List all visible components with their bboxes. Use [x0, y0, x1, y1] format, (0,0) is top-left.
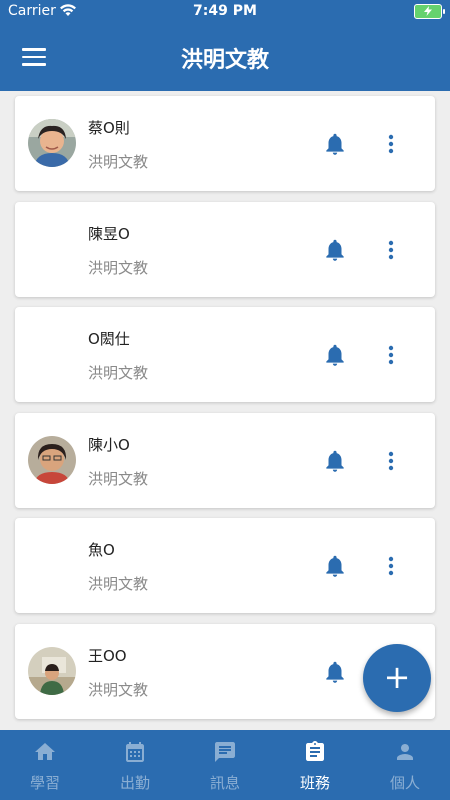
app-header: Carrier 7:49 PM 洪明文教 — [0, 0, 450, 91]
more-vert-icon[interactable] — [383, 132, 399, 156]
student-school: 洪明文教 — [88, 575, 149, 594]
student-card[interactable]: O閎仕洪明文教 — [15, 307, 435, 403]
more-vert-icon[interactable] — [383, 238, 399, 262]
student-card[interactable]: 陳小O 洪明文教 — [15, 412, 435, 508]
student-school: 洪明文教 — [88, 364, 149, 383]
student-name: 魚O — [88, 541, 115, 560]
nav-item-2[interactable]: 訊息 — [180, 730, 270, 800]
student-list: 蔡O則 洪明文教 陳昱O 洪明文教 O閎仕 洪明文教 陳小O 洪明文教 魚O 洪明文教 王OO 洪明文… — [15, 96, 435, 730]
nav-item-0[interactable]: 學習 — [0, 730, 90, 800]
more-vert-icon[interactable] — [383, 343, 399, 367]
status-bar: Carrier 7:49 PM — [0, 0, 450, 26]
nav-item-1[interactable]: 出勤 — [90, 730, 180, 800]
student-school: 洪明文教 — [88, 258, 149, 277]
nav-item-3[interactable]: 班務 — [270, 730, 360, 800]
nav-label: 班務 — [299, 774, 330, 792]
student-school: 洪明文教 — [88, 680, 149, 699]
plus-icon: + — [383, 658, 411, 696]
student-card[interactable]: 魚O 洪明文教 — [15, 518, 435, 614]
avatar — [28, 119, 76, 167]
nav-item-4[interactable]: 個人 — [360, 730, 450, 800]
add-button[interactable]: + — [363, 644, 431, 712]
bell-icon[interactable] — [322, 659, 348, 685]
student-card[interactable]: 陳昱O 洪明文教 — [15, 201, 435, 297]
bell-icon[interactable] — [322, 448, 348, 474]
nav-label: 個人 — [389, 774, 420, 792]
avatar — [28, 435, 76, 484]
clock: 7:49 PM — [193, 3, 257, 19]
more-vert-icon[interactable] — [383, 449, 399, 473]
bell-icon[interactable] — [322, 342, 348, 368]
student-name: 陳昱O — [88, 224, 130, 243]
battery-icon — [414, 4, 445, 19]
nav-label: 訊息 — [209, 774, 240, 792]
student-school: 洪明文教 — [88, 469, 149, 488]
student-name: O閎仕 — [88, 330, 130, 349]
student-name: 王OO — [88, 646, 127, 665]
bottom-navigation: 學習 出勤 訊息 班務 個人 — [0, 730, 450, 800]
bell-icon[interactable] — [322, 553, 348, 579]
page-title: 洪明文教 — [180, 48, 269, 73]
bell-icon[interactable] — [322, 237, 348, 263]
student-card[interactable]: 蔡O則洪明文教 — [15, 96, 435, 191]
bell-icon[interactable] — [322, 131, 348, 157]
more-vert-icon[interactable] — [383, 554, 399, 578]
student-name: 陳小O — [88, 435, 130, 454]
student-school: 洪明文教 — [88, 153, 149, 171]
avatar — [28, 646, 76, 695]
nav-label: 出勤 — [119, 774, 150, 792]
student-name: 蔡O則 — [88, 119, 130, 137]
nav-label: 學習 — [29, 774, 60, 792]
